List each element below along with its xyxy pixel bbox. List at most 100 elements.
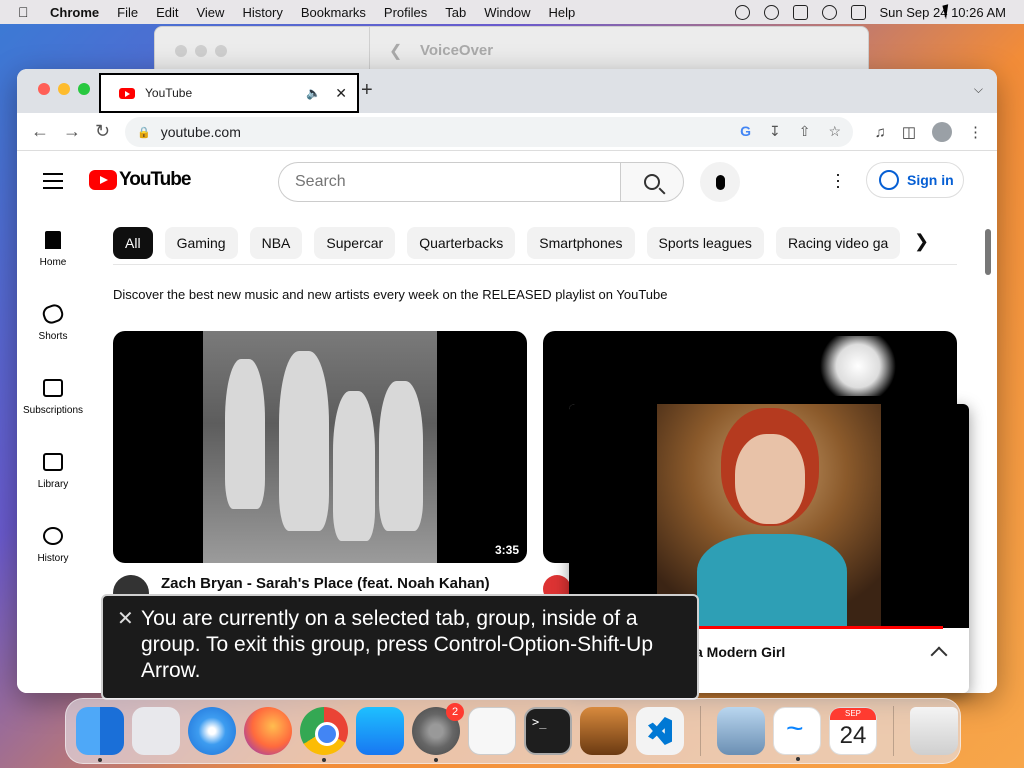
apple-icon[interactable]:  xyxy=(18,4,40,20)
sign-in-button[interactable]: Sign in xyxy=(866,162,964,198)
lock-icon[interactable]: 🔒 xyxy=(137,126,151,139)
photo-figure xyxy=(333,391,375,541)
menu-help[interactable]: Help xyxy=(549,5,576,20)
menu-history[interactable]: History xyxy=(242,5,282,20)
trash-icon[interactable] xyxy=(910,707,958,755)
hamburger-menu-icon[interactable] xyxy=(43,173,63,194)
tab-search-chevron-icon[interactable]: ⌵ xyxy=(974,82,983,97)
youtube-logo-text: YouTube xyxy=(119,169,191,190)
menu-window[interactable]: Window xyxy=(484,5,530,20)
back-arrow-icon[interactable]: ← xyxy=(31,121,49,142)
browser-toolbar: ← → ↻ 🔒 youtube.com G ↧ ⇧ ☆ ♫ ◫ ⋮ xyxy=(17,113,997,151)
sidebar-item-shorts[interactable]: Shorts xyxy=(17,283,89,357)
menu-view[interactable]: View xyxy=(196,5,224,20)
fullscreen-window-button[interactable] xyxy=(78,83,90,95)
bookmark-star-icon[interactable]: ☆ xyxy=(828,123,841,140)
voice-search-button[interactable] xyxy=(700,162,740,202)
chip-nba[interactable]: NBA xyxy=(249,227,303,259)
accessibility-icon[interactable] xyxy=(763,4,779,20)
profile-avatar-icon[interactable] xyxy=(932,122,952,142)
video-title[interactable]: Zach Bryan - Sarah's Place (feat. Noah K… xyxy=(161,575,490,592)
terminal-icon[interactable]: >_ xyxy=(524,707,572,755)
minimize-window-button[interactable] xyxy=(195,45,207,57)
preview-icon[interactable] xyxy=(717,707,765,755)
youtube-masthead: YouTube ··· Sign in xyxy=(17,151,997,209)
chip-supercar[interactable]: Supercar xyxy=(314,227,396,259)
page-scrollbar[interactable] xyxy=(985,229,991,275)
sign-in-label: Sign in xyxy=(907,172,954,188)
garageband-icon[interactable] xyxy=(580,707,628,755)
close-window-button[interactable] xyxy=(38,83,50,95)
chips-next-chevron-icon[interactable]: ❯ xyxy=(914,231,929,252)
calendar-icon[interactable]: SEP 24 xyxy=(829,707,877,755)
close-tab-icon[interactable]: ✕ xyxy=(335,85,347,102)
chip-smartphones[interactable]: Smartphones xyxy=(527,227,635,259)
address-bar-url: youtube.com xyxy=(160,124,241,140)
sidebar-item-history[interactable]: History xyxy=(17,505,89,579)
freeform-icon[interactable] xyxy=(773,707,821,761)
speaker-icon[interactable]: 🔈 xyxy=(306,86,321,100)
side-panel-icon[interactable]: ◫ xyxy=(902,123,916,141)
menu-file[interactable]: File xyxy=(117,5,138,20)
dock: 2 >_ SEP 24 xyxy=(65,698,961,764)
menu-edit[interactable]: Edit xyxy=(156,5,178,20)
media-control-icon[interactable]: ♫ xyxy=(875,124,886,141)
menu-profiles[interactable]: Profiles xyxy=(384,5,427,20)
spotlight-search-icon[interactable] xyxy=(821,4,837,20)
chip-all[interactable]: All xyxy=(113,227,153,259)
system-settings-icon[interactable]: 2 xyxy=(412,703,464,762)
menu-bookmarks[interactable]: Bookmarks xyxy=(301,5,366,20)
tab-strip: YouTube 🔈 ✕ + ⌵ xyxy=(17,69,997,113)
control-center-icon[interactable] xyxy=(850,4,866,20)
voiceover-window-title: VoiceOver xyxy=(420,42,494,59)
vscode-icon[interactable] xyxy=(636,707,684,755)
finder-icon[interactable] xyxy=(76,707,124,762)
minimize-window-button[interactable] xyxy=(58,83,70,95)
google-lens-icon[interactable]: G xyxy=(740,123,751,140)
close-window-button[interactable] xyxy=(175,45,187,57)
share-icon[interactable]: ⇧ xyxy=(799,123,811,140)
window-switch-icon[interactable] xyxy=(792,4,808,20)
settings-kebab-icon[interactable]: · · · xyxy=(835,165,841,195)
launchpad-icon[interactable] xyxy=(132,707,180,755)
zoom-window-button[interactable] xyxy=(215,45,227,57)
pip-video-title: a Modern Girl xyxy=(695,644,786,660)
chrome-menu-icon[interactable]: ⋮ xyxy=(968,123,983,141)
sidebar-item-home[interactable]: Home xyxy=(17,209,89,283)
sidebar-item-library[interactable]: Library xyxy=(17,431,89,505)
chevron-up-icon[interactable] xyxy=(930,646,948,664)
address-bar[interactable]: 🔒 youtube.com G ↧ ⇧ ☆ xyxy=(125,117,853,147)
photo-figure xyxy=(379,381,423,531)
close-icon[interactable]: ✕ xyxy=(117,606,134,632)
chrome-icon[interactable] xyxy=(300,707,348,762)
safari-icon[interactable] xyxy=(188,707,236,755)
search-input[interactable] xyxy=(278,162,620,202)
install-app-icon[interactable]: ↧ xyxy=(769,123,781,140)
firefox-icon[interactable] xyxy=(244,707,292,755)
tab-youtube[interactable]: YouTube 🔈 ✕ xyxy=(99,73,359,113)
play-icon[interactable] xyxy=(734,4,750,20)
chip-gaming[interactable]: Gaming xyxy=(164,227,238,259)
chip-racing-video-games[interactable]: Racing video ga xyxy=(775,227,901,259)
forward-arrow-icon[interactable]: → xyxy=(63,121,81,142)
new-tab-icon[interactable]: + xyxy=(361,79,373,102)
youtube-sidebar: Home Shorts Subscriptions Library Histor… xyxy=(17,209,89,579)
video-thumbnail[interactable]: 3:35 xyxy=(113,331,527,563)
video-duration: 3:35 xyxy=(494,543,519,557)
search-box xyxy=(278,162,684,202)
search-button[interactable] xyxy=(620,162,684,202)
youtube-logo[interactable]: YouTube xyxy=(89,169,191,191)
menu-app-name[interactable]: Chrome xyxy=(50,5,99,20)
tab-title: YouTube xyxy=(145,86,193,100)
reload-icon[interactable]: ↻ xyxy=(95,121,110,142)
chip-sports-leagues[interactable]: Sports leagues xyxy=(646,227,764,259)
chip-quarterbacks[interactable]: Quarterbacks xyxy=(407,227,516,259)
released-playlist-banner[interactable]: Discover the best new music and new arti… xyxy=(113,287,667,302)
thumbnail-highlight xyxy=(813,336,903,396)
menu-tab[interactable]: Tab xyxy=(445,5,466,20)
back-chevron-icon[interactable]: ❮ xyxy=(389,41,402,61)
textedit-icon[interactable] xyxy=(468,707,516,755)
history-clock-icon xyxy=(43,527,63,545)
sidebar-item-subscriptions[interactable]: Subscriptions xyxy=(17,357,89,431)
app-store-icon[interactable] xyxy=(356,707,404,755)
